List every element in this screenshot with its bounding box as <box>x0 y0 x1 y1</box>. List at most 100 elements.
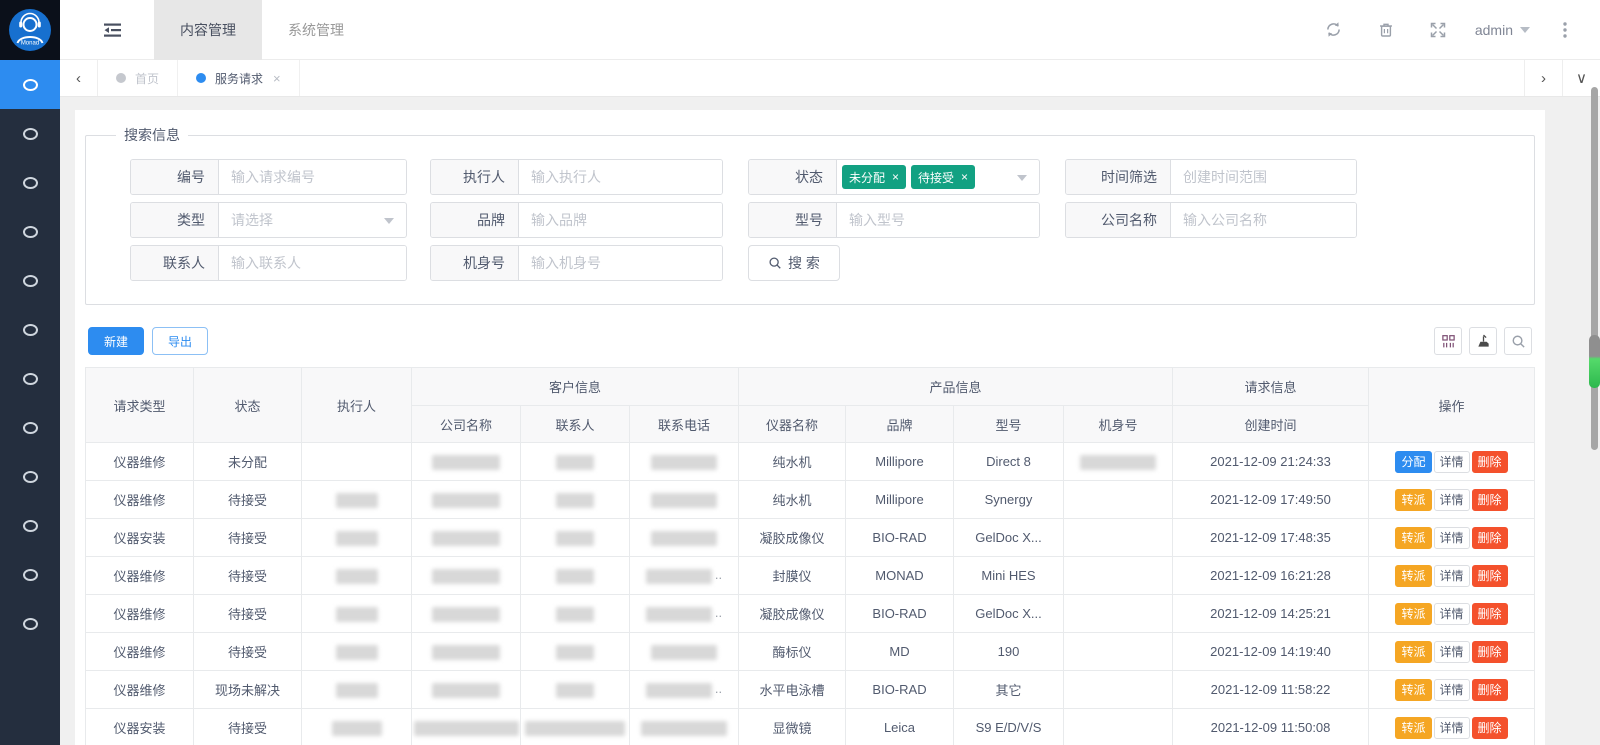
sidebar-item[interactable] <box>0 256 60 305</box>
cell-executor <box>302 633 412 671</box>
inner-scrollbar-thumb[interactable] <box>1589 335 1600 388</box>
cell-phone <box>630 709 739 745</box>
redacted-text <box>646 607 712 622</box>
table-row: 仪器安装待接受显微镜LeicaS9 E/D/V/S2021-12-09 11:5… <box>86 709 1535 745</box>
row-action-danger[interactable]: 删除 <box>1472 489 1508 511</box>
tabs-scroll-left[interactable]: ‹ <box>60 60 98 96</box>
row-action-default[interactable]: 详情 <box>1434 527 1470 549</box>
row-action-default[interactable]: 详情 <box>1434 489 1470 511</box>
col-company: 公司名称 <box>412 406 521 443</box>
redacted-text <box>646 569 712 584</box>
page-tab-0[interactable]: 首页 <box>98 60 178 96</box>
redacted-text <box>432 493 500 508</box>
cell-actions: 转派详情删除 <box>1369 595 1535 633</box>
tag-close-icon[interactable]: × <box>892 170 899 184</box>
row-action-danger[interactable]: 删除 <box>1472 527 1508 549</box>
cell-company <box>412 557 521 595</box>
export-button[interactable]: 导出 <box>152 327 208 355</box>
status-tag[interactable]: 待接受× <box>911 165 975 189</box>
tabs-scroll-right[interactable]: › <box>1524 60 1562 96</box>
trash-icon[interactable] <box>1369 13 1403 47</box>
search-form-row: 编号执行人状态未分配×待接受×时间筛选 <box>130 159 1514 195</box>
top-nav-item-1[interactable]: 系统管理 <box>262 0 370 60</box>
executor-input[interactable] <box>519 160 722 194</box>
table-row: 仪器安装待接受凝胶成像仪BIO-RADGelDoc X...2021-12-09… <box>86 519 1535 557</box>
sidebar-item[interactable] <box>0 207 60 256</box>
cell-brand: BIO-RAD <box>846 519 954 557</box>
redacted-text <box>556 455 594 470</box>
model-input[interactable] <box>837 203 1039 237</box>
sidebar-item[interactable] <box>0 501 60 550</box>
row-action-danger[interactable]: 删除 <box>1472 717 1508 739</box>
row-action-default[interactable]: 详情 <box>1434 641 1470 663</box>
menu-fold-icon[interactable] <box>100 17 126 43</box>
row-action-default[interactable]: 详情 <box>1434 603 1470 625</box>
tag-close-icon[interactable]: × <box>961 170 968 184</box>
new-button[interactable]: 新建 <box>88 327 144 355</box>
sidebar-item[interactable] <box>0 452 60 501</box>
contact-input[interactable] <box>219 246 406 280</box>
search-form-row: 联系人机身号搜 索 <box>130 245 1514 281</box>
field-content <box>519 246 722 280</box>
row-action-default[interactable]: 详情 <box>1434 451 1470 473</box>
sidebar-item[interactable] <box>0 599 60 648</box>
row-action-default[interactable]: 详情 <box>1434 679 1470 701</box>
row-action-warning[interactable]: 转派 <box>1395 527 1431 549</box>
time-range-input[interactable] <box>1171 160 1356 194</box>
sidebar-item[interactable] <box>0 109 60 158</box>
field-content <box>519 203 722 237</box>
search-button[interactable]: 搜 索 <box>748 245 840 281</box>
export-print-icon[interactable] <box>1469 327 1497 355</box>
row-action-warning[interactable]: 转派 <box>1395 603 1431 625</box>
row-action-danger[interactable]: 删除 <box>1472 679 1508 701</box>
zoom-search-icon[interactable] <box>1504 327 1532 355</box>
row-action-danger[interactable]: 删除 <box>1472 641 1508 663</box>
top-nav-item-0[interactable]: 内容管理 <box>154 0 262 60</box>
sidebar-item[interactable] <box>0 403 60 452</box>
row-action-default[interactable]: 详情 <box>1434 565 1470 587</box>
chevron-down-icon <box>1017 175 1027 181</box>
cell-phone <box>630 443 739 481</box>
page-tab-1[interactable]: 服务请求× <box>178 60 300 96</box>
company-input[interactable] <box>1171 203 1356 237</box>
redacted-text <box>651 645 717 660</box>
kebab-menu-icon[interactable] <box>1548 13 1582 47</box>
refresh-icon[interactable] <box>1317 13 1351 47</box>
cell-created: 2021-12-09 17:48:35 <box>1173 519 1369 557</box>
sidebar-item[interactable] <box>0 158 60 207</box>
sidebar-item[interactable] <box>0 550 60 599</box>
fullscreen-icon[interactable] <box>1421 13 1455 47</box>
menu-circle-icon <box>23 226 38 238</box>
sidebar-item[interactable] <box>0 354 60 403</box>
row-action-warning[interactable]: 转派 <box>1395 489 1431 511</box>
request-no-input[interactable] <box>219 160 406 194</box>
brand-input[interactable] <box>519 203 722 237</box>
app-logo: Monad <box>0 0 60 60</box>
page-scrollbar-thumb[interactable] <box>1591 87 1598 450</box>
status-tag[interactable]: 未分配× <box>842 165 906 189</box>
row-action-warning[interactable]: 转派 <box>1395 717 1431 739</box>
row-action-primary[interactable]: 分配 <box>1395 451 1431 473</box>
sidebar-item[interactable] <box>0 60 60 109</box>
search-field-executor: 执行人 <box>430 159 723 195</box>
redacted-text <box>332 721 382 736</box>
row-action-warning[interactable]: 转派 <box>1395 679 1431 701</box>
row-action-warning[interactable]: 转派 <box>1395 565 1431 587</box>
data-table: 请求类型 状态 执行人 客户信息 产品信息 请求信息 操作 公司名称 联系人 联… <box>85 367 1535 745</box>
user-menu[interactable]: admin <box>1475 22 1530 38</box>
row-action-danger[interactable]: 删除 <box>1472 603 1508 625</box>
row-action-danger[interactable]: 删除 <box>1472 451 1508 473</box>
sidebar-item[interactable] <box>0 305 60 354</box>
row-action-default[interactable]: 详情 <box>1434 717 1470 739</box>
field-content[interactable]: 请选择 <box>219 203 406 237</box>
tab-dot-icon <box>196 73 206 83</box>
serial-no-input[interactable] <box>519 246 722 280</box>
field-content[interactable]: 未分配×待接受× <box>837 160 1039 194</box>
cell-contact <box>521 443 630 481</box>
columns-setting-icon[interactable] <box>1434 327 1462 355</box>
menu-circle-icon <box>23 569 38 581</box>
row-action-danger[interactable]: 删除 <box>1472 565 1508 587</box>
row-action-warning[interactable]: 转派 <box>1395 641 1431 663</box>
cell-request-type: 仪器维修 <box>86 481 194 519</box>
tab-close-icon[interactable]: × <box>273 71 281 86</box>
